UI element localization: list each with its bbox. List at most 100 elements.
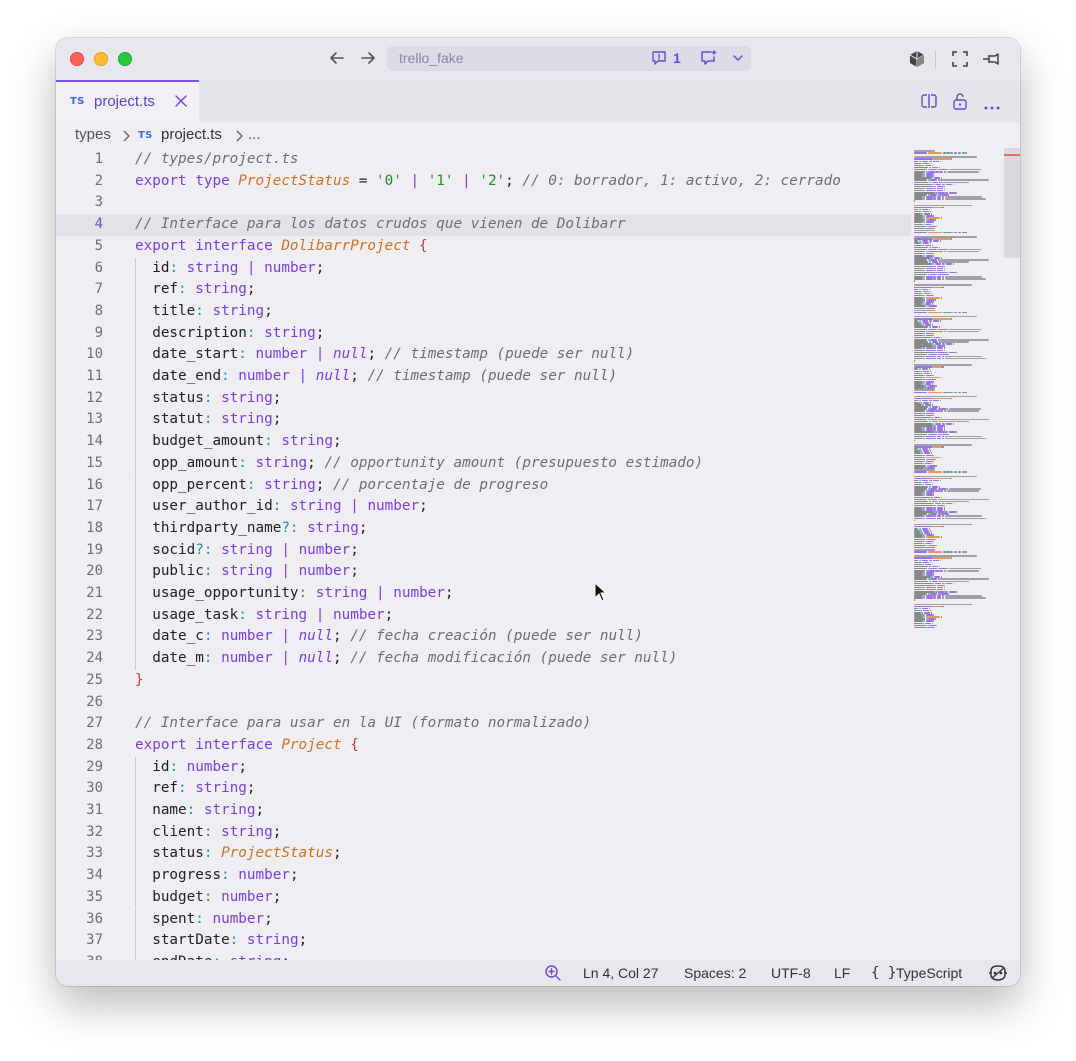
minimap-line bbox=[949, 351, 956, 354]
code-line[interactable]: 15 opp_amount: string; // opportunity am… bbox=[56, 452, 911, 475]
code-text: name: string; bbox=[135, 800, 264, 822]
indentation-setting[interactable]: Spaces: 2 bbox=[684, 965, 746, 981]
code-line[interactable]: 33 status: ProjectStatus; bbox=[56, 843, 911, 866]
comments-count: 1 bbox=[673, 50, 681, 66]
code-line[interactable]: 23 date_c: number | null; // fecha creac… bbox=[56, 626, 911, 649]
code-line[interactable]: 24 date_m: number | null; // fecha modif… bbox=[56, 648, 911, 670]
minimap[interactable] bbox=[912, 148, 1020, 960]
code-line[interactable]: 22 usage_task: string | number; bbox=[56, 604, 911, 627]
code-line[interactable]: 36 spent: number; bbox=[56, 908, 911, 931]
breadcrumb-ellipsis[interactable]: ... bbox=[248, 126, 261, 143]
close-window-button[interactable] bbox=[70, 52, 84, 66]
sparkle-chat-icon[interactable] bbox=[699, 48, 719, 72]
code-line[interactable]: 3 bbox=[56, 192, 911, 214]
code-text: opp_percent: string; // porcentaje de pr… bbox=[135, 475, 548, 497]
code-line[interactable]: 29 id: number; bbox=[56, 756, 911, 779]
code-line[interactable]: 25} bbox=[56, 670, 911, 692]
minimap-line bbox=[946, 231, 950, 234]
code-line[interactable]: 7 ref: string; bbox=[56, 279, 911, 301]
code-line[interactable]: 12 status: string; bbox=[56, 387, 911, 410]
code-line[interactable]: 20 public: string | number; bbox=[56, 561, 911, 583]
split-editor-icon[interactable] bbox=[920, 93, 938, 114]
code-line[interactable]: 27 // Interface para usar en la UI (forma… bbox=[56, 713, 911, 735]
breadcrumb-folder[interactable]: types bbox=[75, 126, 111, 143]
code-line[interactable]: 18 thirdparty_name?: string; bbox=[56, 517, 911, 540]
code-line[interactable]: 4 // Interface para los datos crudos que … bbox=[56, 214, 911, 236]
minimap-line bbox=[939, 490, 944, 492]
code-line[interactable]: 5 export interface DolibarrProject { bbox=[56, 236, 911, 258]
code-line[interactable]: 17 user_author_id: string | number; bbox=[56, 496, 911, 518]
minimap-line bbox=[930, 452, 932, 454]
code-line[interactable]: 30 ref: string; bbox=[56, 778, 911, 800]
arrow-right-icon[interactable] bbox=[358, 49, 378, 69]
code-line[interactable]: 2 export type ProjectStatus = '0' | '1' |… bbox=[56, 171, 911, 193]
zoom-icon[interactable] bbox=[544, 964, 562, 985]
pin-icon[interactable] bbox=[982, 50, 1002, 73]
line-number: 27 bbox=[86, 715, 103, 732]
code-line[interactable]: 13 statut: string; bbox=[56, 409, 911, 432]
line-number: 24 bbox=[86, 650, 103, 667]
code-line[interactable]: 8 title: string; bbox=[56, 300, 911, 323]
line-number: 30 bbox=[86, 780, 103, 797]
arrow-left-icon[interactable] bbox=[327, 49, 347, 69]
minimap-line bbox=[914, 515, 923, 517]
code-line[interactable]: 31 name: string; bbox=[56, 800, 911, 822]
code-line[interactable]: 38 endDate: string; bbox=[56, 951, 911, 960]
lock-icon[interactable] bbox=[952, 92, 968, 115]
minimap-line bbox=[941, 198, 944, 200]
minimap-line bbox=[914, 412, 923, 414]
code-line[interactable]: 1 // types/project.ts bbox=[56, 149, 911, 171]
eol-setting[interactable]: LF bbox=[834, 965, 850, 981]
code-line[interactable]: 37 startDate: string; bbox=[56, 930, 911, 952]
minimap-line bbox=[940, 578, 989, 580]
minimap-line bbox=[933, 185, 937, 188]
line-number: 28 bbox=[86, 736, 103, 753]
code-line[interactable]: 11 date_end: number | null; // timestamp… bbox=[56, 366, 911, 388]
minimap-line bbox=[928, 368, 930, 370]
code-line[interactable]: 14 budget_amount: string; bbox=[56, 431, 911, 453]
minimap-line bbox=[934, 582, 942, 585]
code-line[interactable]: 34 progress: number; bbox=[56, 865, 911, 887]
minimize-window-button[interactable] bbox=[94, 52, 108, 66]
minimap-line bbox=[950, 311, 954, 314]
minimap-line bbox=[914, 164, 922, 167]
cursor-position[interactable]: Ln 4, Col 27 bbox=[583, 965, 659, 981]
close-icon[interactable] bbox=[174, 94, 188, 113]
minimap-line bbox=[936, 385, 938, 387]
minimap-line bbox=[935, 458, 937, 461]
code-line[interactable]: 28 export interface Project { bbox=[56, 735, 911, 757]
minimap-line bbox=[920, 162, 923, 165]
vertical-scrollbar[interactable] bbox=[1004, 148, 1020, 258]
code-line[interactable]: 16 opp_percent: string; // porcentaje de… bbox=[56, 474, 911, 497]
code-line[interactable]: 32 client: string; bbox=[56, 821, 911, 844]
tab-project-ts[interactable]: TS project.ts bbox=[56, 80, 199, 122]
minimap-line bbox=[914, 582, 932, 585]
code-line[interactable]: 21 usage_opportunity: string | number; bbox=[56, 583, 911, 605]
chevron-down-icon[interactable] bbox=[731, 50, 745, 69]
code-text: ref: string; bbox=[135, 778, 255, 800]
language-mode[interactable]: TypeScript bbox=[896, 965, 962, 981]
command-search-box[interactable]: trello_fake 1 bbox=[387, 46, 751, 71]
code-text: thirdparty_name?: string; bbox=[135, 518, 367, 540]
code-line[interactable]: 9 description: string; bbox=[56, 322, 911, 345]
minimap-line bbox=[940, 456, 942, 459]
code-token: DolibarrProject bbox=[281, 237, 411, 254]
minimap-line bbox=[944, 597, 987, 599]
code-line[interactable]: 19 socid?: string | number; bbox=[56, 539, 911, 562]
minimap-line bbox=[929, 290, 931, 293]
zoom-window-button[interactable] bbox=[118, 52, 132, 66]
comment-icon[interactable] bbox=[650, 49, 668, 71]
encoding-setting[interactable]: UTF-8 bbox=[771, 965, 811, 981]
code-editor[interactable]: 1 // types/project.ts 2 export type Project… bbox=[56, 148, 1020, 960]
code-line[interactable]: 26 bbox=[56, 692, 911, 714]
cube-icon[interactable] bbox=[907, 49, 927, 74]
more-icon[interactable] bbox=[984, 98, 1000, 116]
breadcrumb-file[interactable]: project.ts bbox=[161, 126, 222, 143]
fullscreen-icon[interactable] bbox=[951, 50, 969, 73]
minimap-line bbox=[914, 370, 920, 372]
code-line[interactable]: 35 budget: number; bbox=[56, 886, 911, 909]
code-line[interactable]: 10 date_start: number | null; // timesta… bbox=[56, 344, 911, 366]
minimap-line bbox=[914, 500, 929, 503]
copilot-icon[interactable] bbox=[988, 964, 1008, 985]
code-line[interactable]: 6 id: string | number; bbox=[56, 257, 911, 280]
